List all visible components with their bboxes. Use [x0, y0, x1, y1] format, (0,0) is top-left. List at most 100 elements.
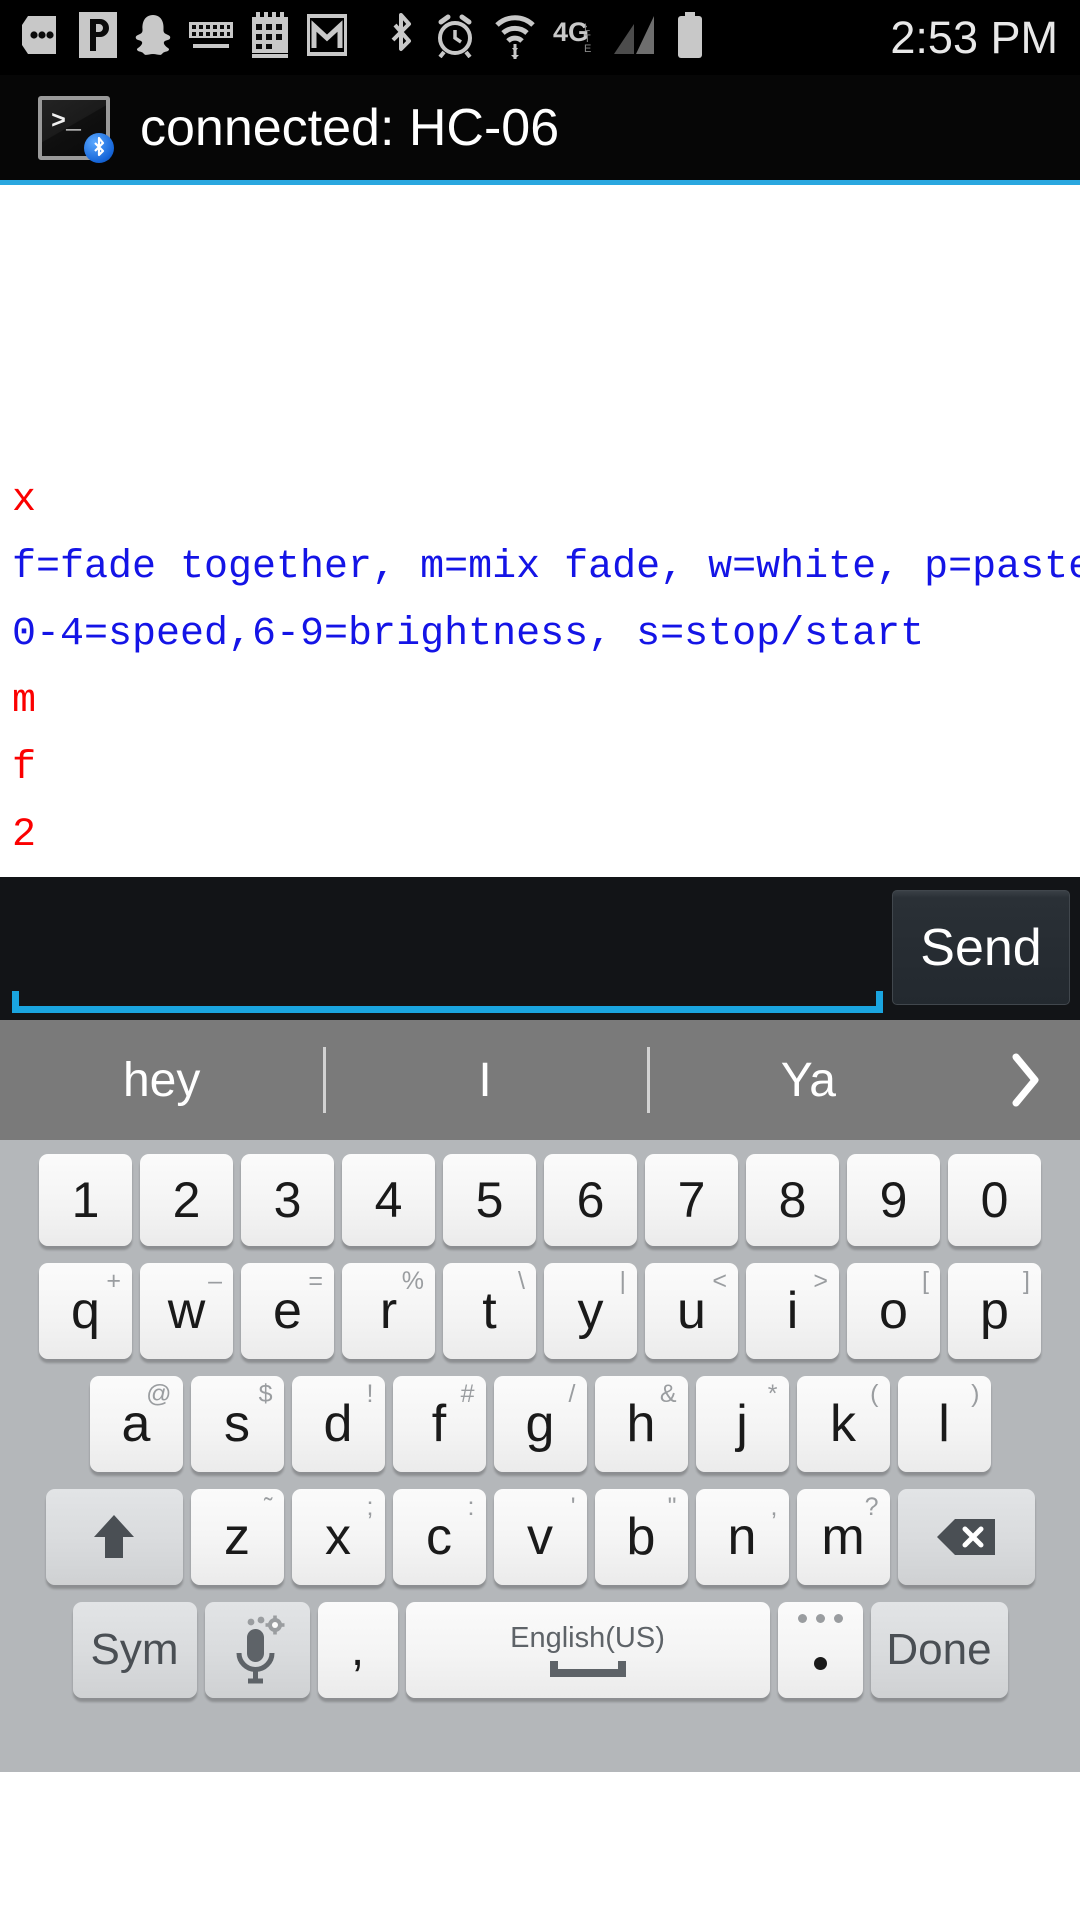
key-i[interactable]: > i: [746, 1263, 839, 1359]
key-label: q: [71, 1282, 100, 1340]
microphone-settings-icon-key[interactable]: [204, 1602, 310, 1698]
key-alt-symbol: (: [870, 1380, 879, 1408]
key-alt-symbol: +: [106, 1267, 121, 1295]
key-label: u: [677, 1282, 706, 1340]
key-alt-symbol: *: [767, 1380, 778, 1408]
key-t[interactable]: \ t: [443, 1263, 536, 1359]
key-alt-symbol: –: [208, 1267, 222, 1295]
suggestion-item[interactable]: hey: [0, 1020, 323, 1140]
key-k[interactable]: (k: [796, 1376, 890, 1472]
period-key[interactable]: [777, 1602, 863, 1698]
terminal-line: 0-4=speed,6-9=brightness, s=stop/start: [12, 612, 925, 657]
key-alt-symbol: ,: [770, 1493, 778, 1521]
input-underline: [12, 991, 883, 1013]
key-p[interactable]: ] p: [948, 1263, 1041, 1359]
key-alt-symbol: ?: [864, 1493, 879, 1521]
key-h[interactable]: & h: [594, 1376, 688, 1472]
key-label: s: [224, 1395, 250, 1453]
key-1[interactable]: 1: [39, 1154, 132, 1246]
key-a[interactable]: @ a: [89, 1376, 183, 1472]
suggestion-item[interactable]: I: [323, 1020, 646, 1140]
period-dot-icon: [813, 1656, 827, 1670]
key-label: 2: [172, 1172, 201, 1228]
key-q[interactable]: + q: [39, 1263, 132, 1359]
shift-key[interactable]: [45, 1489, 183, 1585]
terminal-log: x f=fade together, m=mix fade, w=white, p…: [12, 467, 1080, 869]
key-label: o: [879, 1282, 908, 1340]
key-u[interactable]: < u: [645, 1263, 738, 1359]
key-b[interactable]: " b: [594, 1489, 688, 1585]
terminal-line: f=fade together, m=mix fade, w=white, p=…: [12, 545, 1080, 590]
key-alt-symbol: ": [667, 1493, 677, 1521]
phone-screen: 4G L T E 2:53 PM >_ connected: HC-06 x f=fad…: [0, 0, 1080, 1920]
key-g[interactable]: / g: [493, 1376, 587, 1472]
message-input-bar: Send: [0, 877, 1080, 1020]
key-label: l: [938, 1395, 950, 1453]
key-alt-symbol: ˜: [264, 1493, 273, 1521]
svg-text:E: E: [584, 43, 591, 55]
send-button[interactable]: Send: [892, 890, 1070, 1005]
key-d[interactable]: ! d: [291, 1376, 385, 1472]
key-o[interactable]: [o: [847, 1263, 940, 1359]
key-6[interactable]: 6: [544, 1154, 637, 1246]
space-key[interactable]: English(US): [405, 1602, 770, 1698]
key-label: k: [830, 1395, 856, 1453]
key-label: 7: [677, 1172, 706, 1228]
key-alt-symbol: !: [366, 1380, 374, 1408]
key-0[interactable]: 0: [948, 1154, 1041, 1246]
connection-status-title: connected: HC-06: [140, 98, 560, 157]
key-e[interactable]: = e: [241, 1263, 334, 1359]
key-alt-symbol: <: [712, 1267, 727, 1295]
terminal-line: m: [12, 679, 37, 724]
key-j[interactable]: * j: [695, 1376, 789, 1472]
done-key[interactable]: Done: [870, 1602, 1008, 1698]
key-label: 1: [71, 1172, 100, 1228]
comma-key[interactable]: ,: [317, 1602, 398, 1698]
key-alt-symbol: :: [467, 1493, 475, 1521]
key-z[interactable]: ˜ z: [190, 1489, 284, 1585]
message-input[interactable]: [0, 877, 892, 1020]
terminal-output-area[interactable]: x f=fade together, m=mix fade, w=white, p…: [0, 185, 1080, 877]
key-3[interactable]: 3: [241, 1154, 334, 1246]
key-label: v: [527, 1508, 553, 1566]
key-label: h: [626, 1395, 656, 1453]
key-7[interactable]: 7: [645, 1154, 738, 1246]
key-l[interactable]: ) l: [897, 1376, 991, 1472]
key-label: 6: [576, 1172, 605, 1228]
suggestion-item[interactable]: Ya: [646, 1020, 970, 1140]
key-label: w: [167, 1282, 206, 1340]
key-label: x: [325, 1508, 351, 1566]
network-4glte-icon: 4G L T E: [553, 15, 595, 60]
key-r[interactable]: % r: [342, 1263, 435, 1359]
key-f[interactable]: # f: [392, 1376, 486, 1472]
key-v[interactable]: ' v: [493, 1489, 587, 1585]
key-label: e: [273, 1282, 302, 1340]
key-4[interactable]: 4: [342, 1154, 435, 1246]
key-alt-symbol: ;: [366, 1493, 374, 1521]
suggestions-expand-button[interactable]: [970, 1051, 1080, 1109]
terminal-line: 2: [12, 813, 37, 858]
key-label: 0: [980, 1172, 1009, 1228]
key-x[interactable]: ; x: [291, 1489, 385, 1585]
key-c[interactable]: :c: [392, 1489, 486, 1585]
keyboard-row-numbers: 1 2 3 4 5 6 7 8 9 0: [0, 1140, 1080, 1246]
spacebar-icon: [549, 1660, 626, 1677]
key-label: j: [736, 1395, 748, 1453]
key-n[interactable]: ,n: [695, 1489, 789, 1585]
key-5[interactable]: 5: [443, 1154, 536, 1246]
keyboard-row-bottom-letters: ˜ z; x: c ' v " b, n? m: [0, 1472, 1080, 1585]
on-screen-keyboard: hey I Ya 1234567890 + q – w = e% r \ t | y < u > i[o] p @…: [0, 1020, 1080, 1772]
key-8[interactable]: 8: [746, 1154, 839, 1246]
key-s[interactable]: $ s: [190, 1376, 284, 1472]
keyboard-row-qwerty: + q – w = e% r \ t | y < u > i[o] p: [0, 1246, 1080, 1359]
key-9[interactable]: 9: [847, 1154, 940, 1246]
key-y[interactable]: | y: [544, 1263, 637, 1359]
key-w[interactable]: – w: [140, 1263, 233, 1359]
key-label: n: [727, 1508, 757, 1566]
backspace-key[interactable]: [897, 1489, 1035, 1585]
key-2[interactable]: 2: [140, 1154, 233, 1246]
symbols-key[interactable]: Sym: [72, 1602, 197, 1698]
key-label: 5: [475, 1172, 504, 1228]
bluetooth-icon: [386, 11, 416, 64]
key-m[interactable]: ? m: [796, 1489, 890, 1585]
